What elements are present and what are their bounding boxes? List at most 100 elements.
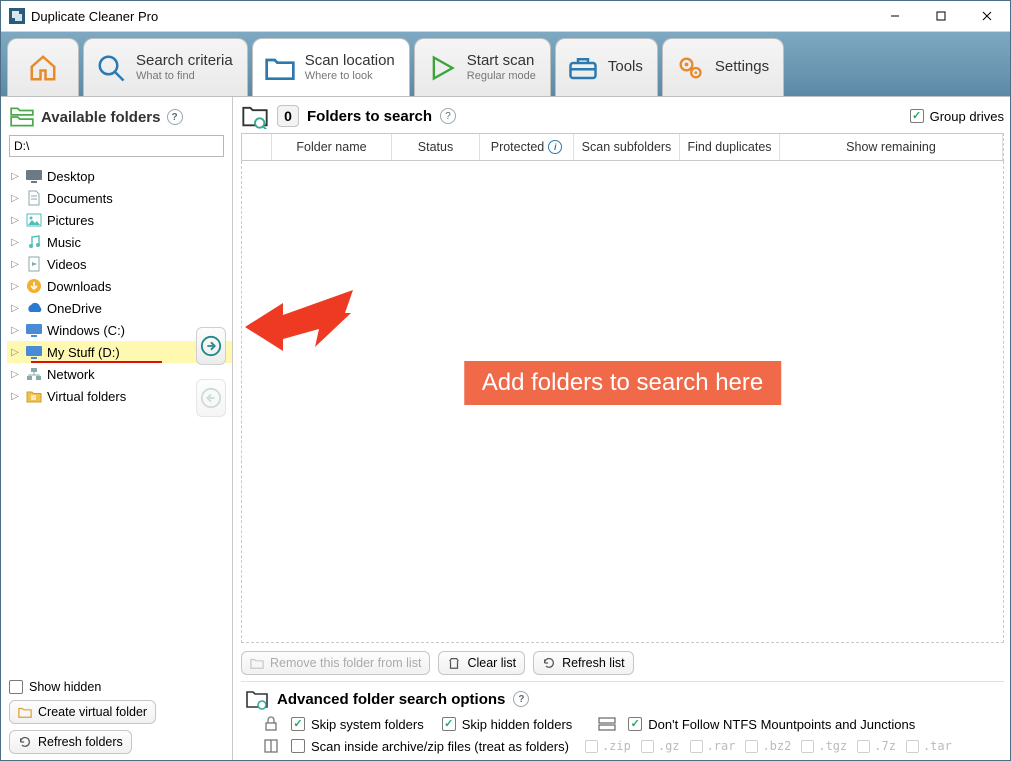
skip-hidden-checkbox[interactable]: Skip hidden folders — [442, 717, 573, 732]
ext-checkbox[interactable]: .tgz — [801, 739, 847, 753]
col-scan-sub[interactable]: Scan subfolders — [574, 134, 680, 160]
download-icon — [25, 278, 43, 294]
skip-system-checkbox[interactable]: Skip system folders — [291, 717, 424, 732]
refresh-list-button[interactable]: Refresh list — [533, 651, 634, 675]
info-icon[interactable]: i — [548, 140, 562, 154]
folder-tree[interactable]: ▷Desktop▷Documents▷Pictures▷Music▷Videos… — [7, 161, 232, 674]
drive-icon — [25, 344, 43, 360]
expander-icon[interactable]: ▷ — [9, 259, 21, 270]
grid-body[interactable]: Add folders to search here — [241, 161, 1004, 643]
ext-checkbox[interactable]: .tar — [906, 739, 952, 753]
tree-item[interactable]: ▷ Documents — [7, 187, 232, 209]
tree-item-label: Windows (C:) — [47, 323, 125, 338]
expander-icon[interactable]: ▷ — [9, 171, 21, 182]
group-drives-checkbox[interactable]: Group drives — [910, 109, 1004, 124]
tab-tools[interactable]: Tools — [555, 38, 658, 96]
expander-icon[interactable]: ▷ — [9, 303, 21, 314]
expander-icon[interactable]: ▷ — [9, 281, 21, 292]
toolbox-icon — [566, 51, 600, 85]
tab-location[interactable]: Scan locationWhere to look — [252, 38, 410, 96]
col-show-remaining[interactable]: Show remaining — [780, 134, 1003, 160]
remove-folder-button[interactable] — [196, 379, 226, 417]
pane-title: Folders to search — [307, 108, 432, 125]
tab-criteria[interactable]: Search criteriaWhat to find — [83, 38, 248, 96]
ext-checkbox[interactable]: .rar — [690, 739, 736, 753]
tab-start[interactable]: Start scanRegular mode — [414, 38, 551, 96]
show-hidden-label: Show hidden — [29, 680, 101, 694]
create-virtual-folder-button[interactable]: Create virtual folder — [9, 700, 156, 724]
folder-tree-icon — [9, 105, 35, 129]
tree-item-label: Documents — [47, 191, 113, 206]
maximize-button[interactable] — [918, 1, 964, 31]
minimize-button[interactable] — [872, 1, 918, 31]
close-button[interactable] — [964, 1, 1010, 31]
folder-search-icon — [241, 103, 269, 129]
tree-item[interactable]: ▷ Music — [7, 231, 232, 253]
expander-icon[interactable]: ▷ — [9, 215, 21, 226]
clear-list-button[interactable]: Clear list — [438, 651, 525, 675]
window-title: Duplicate Cleaner Pro — [31, 9, 158, 24]
tree-item-label: Music — [47, 235, 81, 250]
grid-header: Folder name Status Protectedi Scan subfo… — [241, 133, 1004, 161]
archive-icon — [263, 738, 279, 754]
tree-item-label: My Stuff (D:) — [47, 345, 120, 360]
help-icon[interactable]: ? — [440, 108, 456, 124]
tab-sublabel: Regular mode — [467, 70, 536, 82]
pic-icon — [25, 212, 43, 228]
refresh-folders-button[interactable]: Refresh folders — [9, 730, 132, 754]
remove-from-list-button[interactable]: Remove this folder from list — [241, 651, 430, 675]
scan-archive-checkbox[interactable]: Scan inside archive/zip files (treat as … — [291, 739, 569, 754]
expander-icon[interactable]: ▷ — [9, 391, 21, 402]
col-status[interactable]: Status — [392, 134, 480, 160]
tab-strip: Search criteriaWhat to find Scan locatio… — [1, 31, 1010, 96]
expander-icon[interactable]: ▷ — [9, 193, 21, 204]
tree-item-label: Network — [47, 367, 95, 382]
button-label: Refresh list — [562, 656, 625, 670]
tree-item-label: Videos — [47, 257, 87, 272]
button-label: Clear list — [467, 656, 516, 670]
button-label: Remove this folder from list — [270, 656, 421, 670]
show-hidden-checkbox[interactable]: Show hidden — [9, 680, 224, 694]
pane-title: Available folders — [41, 109, 161, 126]
expander-icon[interactable]: ▷ — [9, 325, 21, 336]
cloud-icon — [25, 300, 43, 316]
tab-home[interactable] — [7, 38, 79, 96]
advanced-options: Advanced folder search options ? Skip sy… — [241, 681, 1004, 754]
ntfs-checkbox[interactable]: Don't Follow NTFS Mountpoints and Juncti… — [628, 717, 915, 732]
folder-count: 0 — [277, 105, 299, 127]
search-icon — [94, 51, 128, 85]
tree-item[interactable]: ▷Desktop — [7, 165, 232, 187]
folders-to-search-pane: 0 Folders to search ? Group drives Folde… — [233, 97, 1010, 760]
drive-icon — [598, 717, 616, 731]
drive-icon — [25, 322, 43, 338]
tab-settings[interactable]: Settings — [662, 38, 784, 96]
ext-checkbox[interactable]: .bz2 — [745, 739, 791, 753]
lock-icon — [263, 716, 279, 732]
button-label: Refresh folders — [38, 735, 123, 749]
help-icon[interactable]: ? — [513, 691, 529, 707]
ext-checkbox[interactable]: .7z — [857, 739, 896, 753]
expander-icon[interactable]: ▷ — [9, 347, 21, 358]
expander-icon[interactable]: ▷ — [9, 369, 21, 380]
doc-icon — [25, 190, 43, 206]
expander-icon[interactable]: ▷ — [9, 237, 21, 248]
tab-label: Start scan — [467, 53, 536, 70]
tree-item[interactable]: ▷Pictures — [7, 209, 232, 231]
titlebar: Duplicate Cleaner Pro — [1, 1, 1010, 31]
tree-item[interactable]: ▷ Videos — [7, 253, 232, 275]
tree-item[interactable]: ▷OneDrive — [7, 297, 232, 319]
home-icon — [26, 51, 60, 85]
tab-label: Tools — [608, 59, 643, 76]
path-input[interactable] — [9, 135, 224, 157]
tree-item-label: Virtual folders — [47, 389, 126, 404]
tree-item[interactable]: ▷Downloads — [7, 275, 232, 297]
ext-checkbox[interactable]: .zip — [585, 739, 631, 753]
folder-settings-icon — [245, 688, 269, 710]
monitor-icon — [25, 168, 43, 184]
col-find-dup[interactable]: Find duplicates — [680, 134, 780, 160]
add-folder-button[interactable] — [196, 327, 226, 365]
col-folder[interactable]: Folder name — [272, 134, 392, 160]
help-icon[interactable]: ? — [167, 109, 183, 125]
ext-checkbox[interactable]: .gz — [641, 739, 680, 753]
col-protected[interactable]: Protectedi — [480, 134, 574, 160]
